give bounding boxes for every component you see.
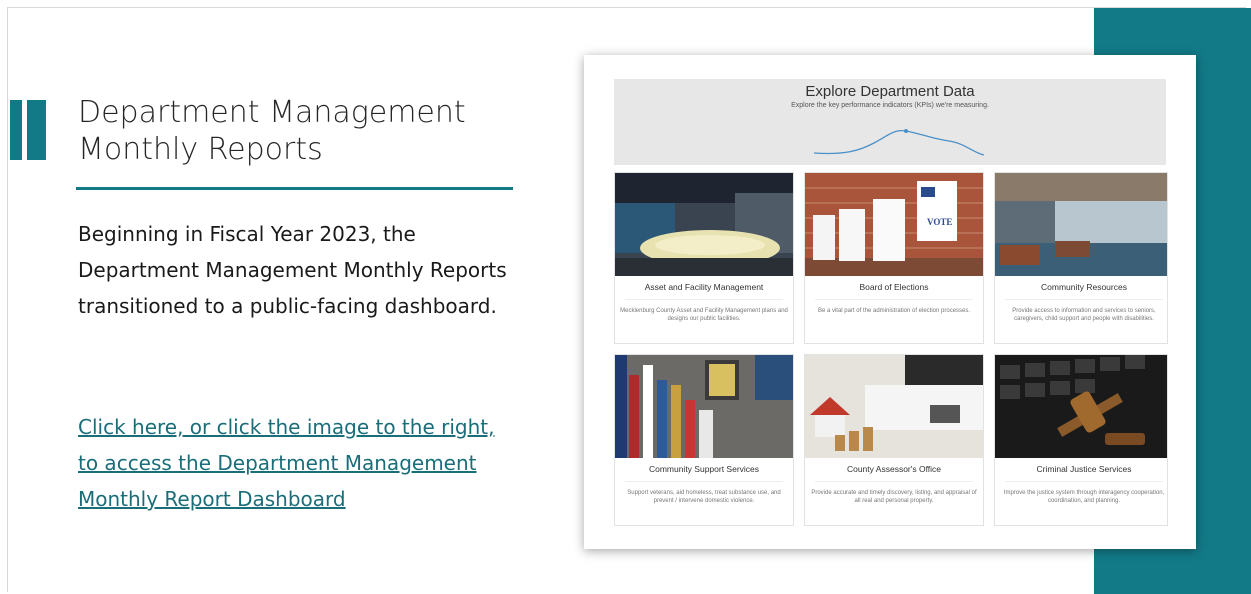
dashboard-image-link[interactable]: Explore Department Data Explore the key …	[584, 55, 1196, 549]
slide-title: Department Management Monthly Reports	[78, 95, 466, 167]
tile-description: Provide accurate and timely discovery, l…	[811, 490, 977, 504]
tile-community-support[interactable]: Community Support Services Support veter…	[614, 354, 794, 526]
title-underline	[76, 187, 513, 190]
tile-board-elections[interactable]: VOTE Board of Elections Be a vital part …	[804, 172, 984, 344]
gavel-keyboard-image	[995, 355, 1167, 458]
tile-description: Improve the justice system through inter…	[1003, 490, 1165, 504]
tile-title: Asset and Facility Management	[644, 282, 764, 292]
banner-title: Explore Department Data	[805, 83, 975, 100]
tile-title: County Assessor's Office	[846, 464, 942, 474]
house-coins-image	[805, 355, 983, 458]
tile-description: Be a vital part of the administration of…	[817, 308, 971, 314]
tile-community-resources[interactable]: Community Resources Provide access to in…	[994, 172, 1168, 344]
accent-bar-thick	[27, 100, 46, 160]
building-interior-image	[615, 173, 793, 276]
voting-booths-image: VOTE	[805, 173, 983, 276]
tile-title: Community Support Services	[648, 464, 760, 474]
department-tiles: Asset and Facility Management Mecklenbur…	[614, 172, 1168, 536]
tile-asset-facility[interactable]: Asset and Facility Management Mecklenbur…	[614, 172, 794, 344]
svg-text:VOTE: VOTE	[927, 217, 952, 227]
accent-bar-thin	[10, 100, 22, 160]
tile-divider	[1005, 481, 1163, 482]
tile-divider	[815, 299, 973, 300]
tile-divider	[625, 481, 783, 482]
lounge-interior-image	[995, 173, 1167, 276]
dashboard-link[interactable]: Click here, or click the image to the ri…	[78, 409, 518, 517]
tile-title: Community Resources	[1041, 282, 1127, 292]
flags-quilts-image	[615, 355, 793, 458]
slide-body-text: Beginning in Fiscal Year 2023, the Depar…	[78, 222, 507, 318]
trend-line-icon	[814, 129, 984, 156]
dashboard-banner: Explore Department Data Explore the key …	[614, 79, 1166, 165]
tile-divider	[625, 299, 783, 300]
accent-bars	[10, 100, 46, 160]
tile-description: Provide access to information and servic…	[1012, 308, 1156, 322]
tile-divider	[815, 481, 973, 482]
tile-county-assessor[interactable]: County Assessor's Office Provide accurat…	[804, 354, 984, 526]
tile-description: Mecklenburg County Asset and Facility Ma…	[620, 308, 788, 322]
tile-description: Support veterans, aid homeless, treat su…	[627, 490, 781, 504]
tile-criminal-justice[interactable]: Criminal Justice Services Improve the ju…	[994, 354, 1168, 526]
tile-divider	[1005, 299, 1163, 300]
tile-title: Criminal Justice Services	[1036, 464, 1132, 474]
banner-subtitle: Explore the key performance indicators (…	[791, 102, 989, 109]
tile-title: Board of Elections	[859, 282, 929, 292]
